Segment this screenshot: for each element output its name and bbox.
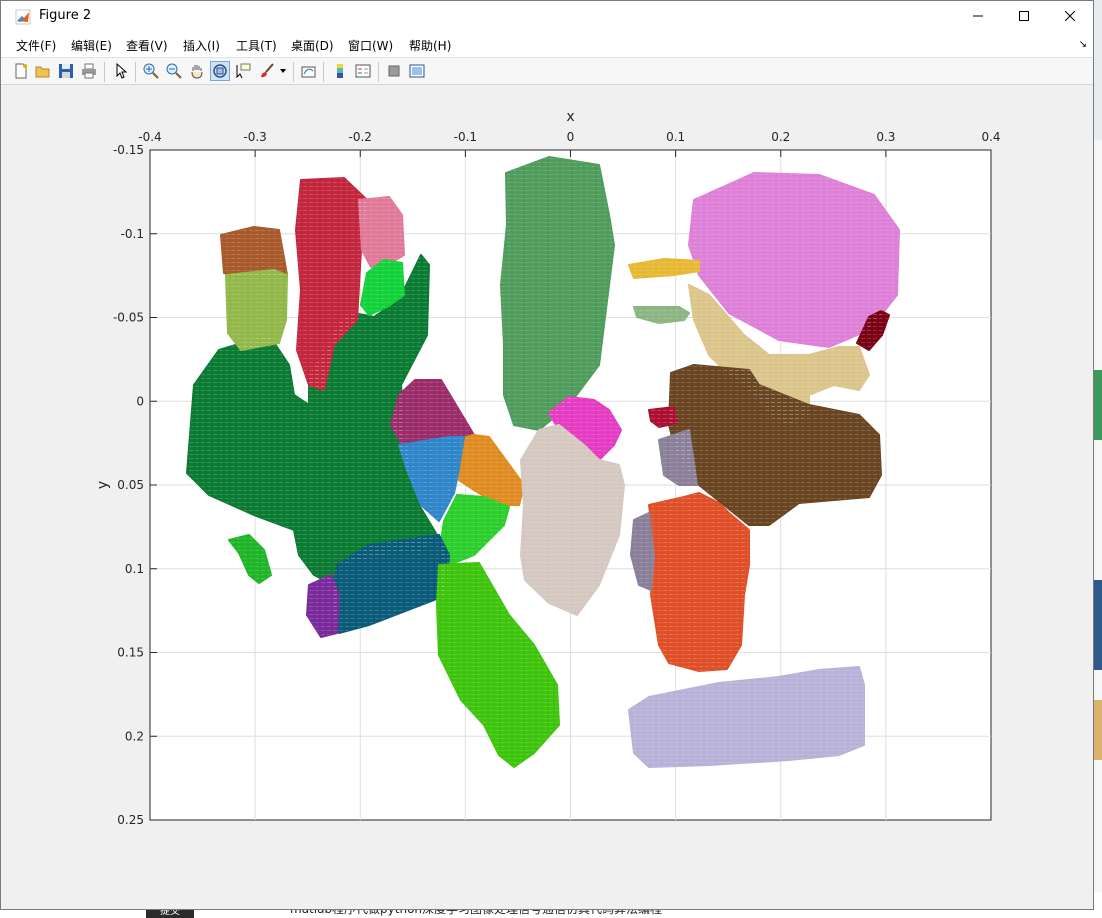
menu-desktop[interactable]: 桌面(D) xyxy=(291,37,334,54)
menu-insert[interactable]: 插入(I) xyxy=(183,37,220,54)
new-figure-icon xyxy=(15,63,27,79)
zoom-in-icon xyxy=(143,63,159,79)
y-tick-label: 0.2 xyxy=(125,729,144,743)
hide-plot-tools-button[interactable] xyxy=(384,61,404,81)
x-tick-label: -0.2 xyxy=(349,130,372,144)
menu-bar: 文件(F) 编辑(E) 查看(V) 插入(I) 工具(T) 桌面(D) 窗口(W… xyxy=(1,33,1093,57)
y-tick-label: 0.05 xyxy=(117,478,144,492)
background-image-fragment xyxy=(1094,580,1102,670)
cluster-texture-4 xyxy=(221,227,287,277)
title-bar[interactable]: Figure 2 xyxy=(1,1,1093,33)
pan-hand-icon xyxy=(191,65,203,79)
data-cursor-button[interactable] xyxy=(233,61,253,81)
edit-plot-arrow-icon xyxy=(116,63,128,79)
y-tick-label: 0.25 xyxy=(117,813,144,827)
menu-file[interactable]: 文件(F) xyxy=(16,37,56,54)
x-tick-label: -0.1 xyxy=(454,130,477,144)
menu-view[interactable]: 查看(V) xyxy=(126,37,168,54)
minimize-button[interactable] xyxy=(955,1,1001,31)
menu-tools[interactable]: 工具(T) xyxy=(236,37,277,54)
pan-button[interactable] xyxy=(187,61,207,81)
show-plot-tools-icon xyxy=(409,64,425,78)
figure-window: Figure 2 文件(F) 编辑(E) 查看(V) 插入(I) 工具(T) 桌… xyxy=(0,0,1094,910)
toolbar-separator xyxy=(378,62,379,82)
data-cursor-icon xyxy=(236,63,251,79)
edit-plot-button[interactable] xyxy=(111,61,131,81)
y-tick-label: 0 xyxy=(136,394,144,408)
x-axis-label: x xyxy=(566,109,574,125)
save-button[interactable] xyxy=(56,61,76,81)
close-icon xyxy=(1065,11,1075,21)
hide-plot-tools-icon xyxy=(388,65,400,77)
brush-button[interactable] xyxy=(257,61,277,81)
print-button[interactable] xyxy=(79,61,99,81)
y-tick-label: -0.1 xyxy=(121,227,144,241)
toolbar-separator xyxy=(293,62,294,82)
minimize-icon xyxy=(973,15,983,17)
menu-window[interactable]: 窗口(W) xyxy=(348,37,393,54)
x-tick-label: 0 xyxy=(567,130,575,144)
figure-canvas[interactable]: -0.4 -0.3 -0.2 -0.1 0 0.1 0.2 0.3 0.4 -0.15 -0.1 -0… xyxy=(9,85,1091,905)
scatter-plot[interactable]: -0.4 -0.3 -0.2 -0.1 0 0.1 0.2 0.3 0.4 -0.15 -0.1 -0… xyxy=(9,85,1091,905)
zoom-out-button[interactable] xyxy=(164,61,184,81)
background-image-fragment xyxy=(1094,700,1102,760)
toolbar-separator xyxy=(323,62,324,82)
show-plot-tools-button[interactable] xyxy=(407,61,427,81)
chevron-down-icon xyxy=(280,69,286,73)
menu-help[interactable]: 帮助(H) xyxy=(409,37,451,54)
zoom-out-icon xyxy=(166,63,182,79)
legend-icon xyxy=(355,64,371,78)
rotate-3d-icon xyxy=(213,64,227,78)
brush-dropdown-button[interactable] xyxy=(277,61,289,81)
y-tick-label: 0.15 xyxy=(117,646,144,660)
maximize-button[interactable] xyxy=(1001,1,1047,31)
rotate-3d-button[interactable] xyxy=(210,61,230,81)
x-tick-label: -0.3 xyxy=(243,130,266,144)
open-file-button[interactable] xyxy=(33,61,53,81)
x-tick-label: -0.4 xyxy=(138,130,161,144)
colorbar-icon xyxy=(337,64,343,78)
print-icon xyxy=(82,63,96,79)
toolbar-separator xyxy=(135,62,136,82)
colorbar-button[interactable] xyxy=(330,61,350,81)
legend-button[interactable] xyxy=(353,61,373,81)
cluster-texture-26 xyxy=(649,493,749,671)
figure-toolbar xyxy=(1,57,1093,85)
window-title: Figure 2 xyxy=(39,8,92,23)
y-tick-label: 0.1 xyxy=(125,562,144,576)
new-figure-button[interactable] xyxy=(11,61,31,81)
brush-icon xyxy=(261,63,274,78)
link-plot-icon xyxy=(301,66,316,78)
toolbar-separator xyxy=(104,62,105,82)
cluster-texture-5 xyxy=(226,270,287,350)
x-tick-label: 0.3 xyxy=(876,130,895,144)
x-tick-label: 0.2 xyxy=(771,130,790,144)
save-icon xyxy=(59,64,73,78)
background-app-right-edge xyxy=(1094,140,1102,900)
background-image-fragment xyxy=(1094,370,1102,440)
close-button[interactable] xyxy=(1047,1,1093,31)
menu-edit[interactable]: 编辑(E) xyxy=(71,37,112,54)
open-file-icon xyxy=(35,66,50,78)
maximize-icon xyxy=(1019,11,1029,21)
x-tick-label: 0.1 xyxy=(666,130,685,144)
x-tick-label: 0.4 xyxy=(981,130,1000,144)
y-axis-label: y xyxy=(95,481,111,489)
zoom-in-button[interactable] xyxy=(141,61,161,81)
y-tick-label: -0.15 xyxy=(113,143,144,157)
link-plot-button[interactable] xyxy=(299,61,319,81)
matlab-logo-icon xyxy=(15,9,31,25)
y-tick-label: -0.05 xyxy=(113,311,144,325)
dock-arrow-icon[interactable]: ↘ xyxy=(1079,39,1087,50)
